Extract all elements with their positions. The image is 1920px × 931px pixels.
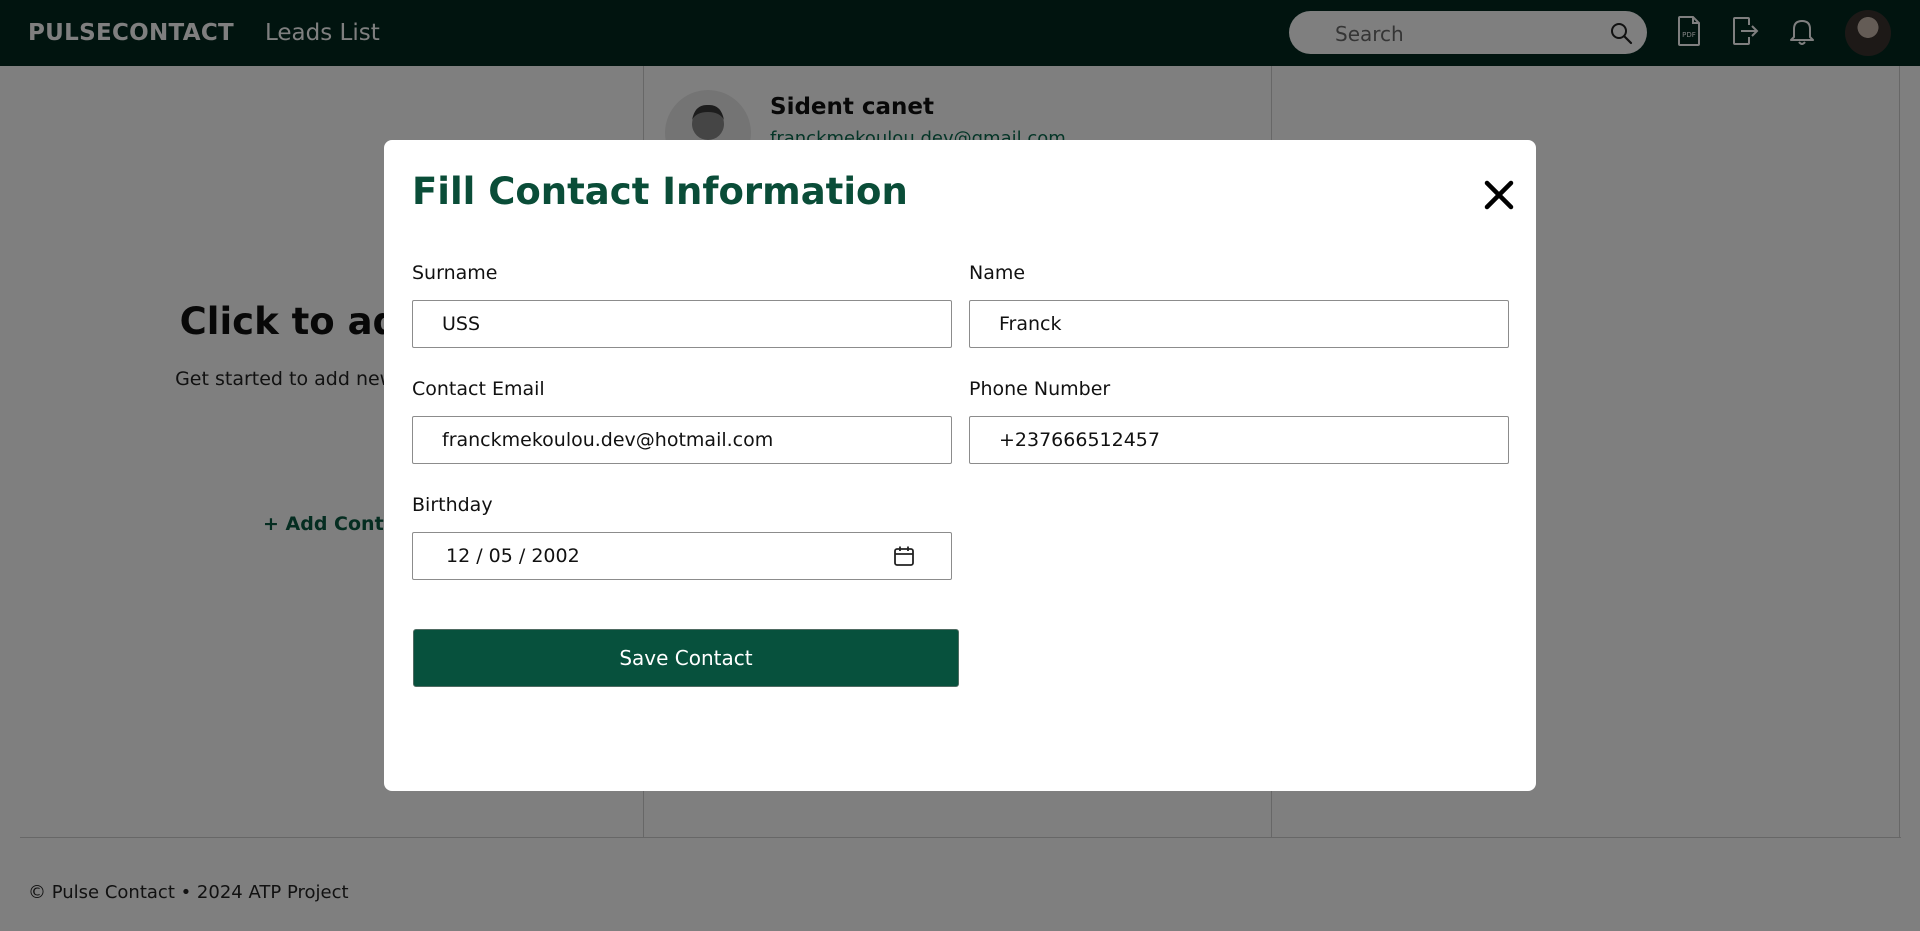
phone-label: Phone Number [969, 378, 1111, 400]
surname-field[interactable]: USS [412, 300, 952, 348]
close-icon[interactable] [1479, 175, 1519, 215]
birthday-value: 12 / 05 / 2002 [446, 545, 580, 567]
email-field[interactable]: franckmekoulou.dev@hotmail.com [412, 416, 952, 464]
modal-title: Fill Contact Information [412, 170, 908, 213]
email-label: Contact Email [412, 378, 545, 400]
name-field[interactable]: Franck [969, 300, 1509, 348]
surname-label: Surname [412, 262, 498, 284]
name-label: Name [969, 262, 1026, 284]
page: PULSECONTACT Leads List Search PDF [0, 0, 1920, 931]
birthday-field[interactable]: 12 / 05 / 2002 [412, 532, 952, 580]
phone-field[interactable]: +237666512457 [969, 416, 1509, 464]
contact-modal: Fill Contact Information Surname USS Nam… [384, 140, 1536, 791]
save-contact-button[interactable]: Save Contact [413, 629, 959, 687]
calendar-icon[interactable] [893, 545, 915, 567]
birthday-label: Birthday [412, 494, 493, 516]
